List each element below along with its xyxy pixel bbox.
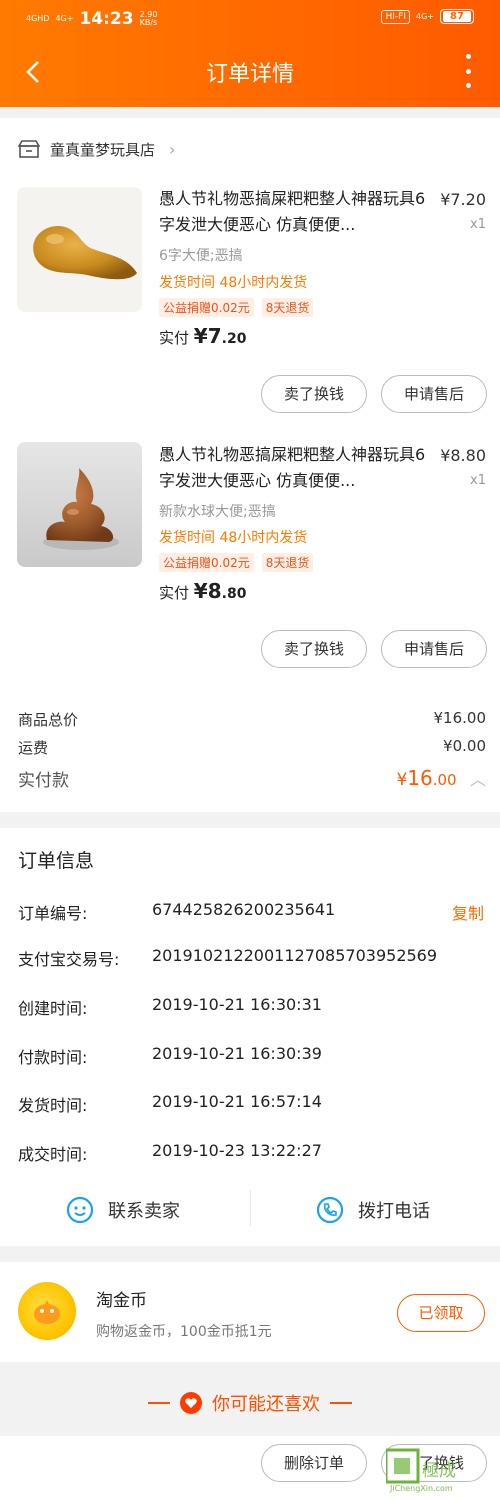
shipping-time: 发货时间 48小时内发货 [159, 530, 308, 546]
copy-button[interactable]: 复制 [452, 900, 484, 924]
paid-amount: 实付 ¥7.20 [159, 324, 247, 348]
battery-icon: 87 [440, 9, 474, 24]
coins-description: 购物返金币，100金币抵1元 [96, 1324, 272, 1340]
watermark-logo: 極成 JiChengXin.com [384, 1446, 496, 1494]
divider [250, 1190, 251, 1226]
product-price: ¥7.20 [440, 190, 486, 209]
info-label: 支付宝交易号: [18, 950, 120, 969]
network-indicator-1: 4GHD [26, 14, 50, 23]
product-title[interactable]: 愚人节礼物恶搞屎粑粑整人神器玩具6字发泄大便恶心 仿真便便... [159, 186, 429, 238]
product-image[interactable] [17, 187, 142, 312]
header: 4GHD 4G+ 14:23 2.90 KB/s HI-FI 4G+ 87 订单详… [0, 0, 500, 107]
poop-image [33, 226, 137, 280]
paid-amount: 实付 ¥8.80 [159, 579, 247, 603]
info-label: 订单编号: [18, 904, 88, 923]
poop-image [43, 468, 119, 550]
product-quantity: x1 [470, 217, 486, 232]
after-sales-button[interactable]: 申请售后 [381, 375, 487, 413]
info-value: 2019-10-23 13:22:27 [152, 1141, 322, 1160]
order-number-row: 订单编号: 674425826200235641 复制 [18, 900, 484, 924]
product-sku: 6字大便;恶搞 [159, 248, 243, 264]
heart-icon [180, 1392, 202, 1414]
delete-order-button[interactable]: 删除订单 [261, 1444, 367, 1482]
goods-total-label: 商品总价 [18, 711, 79, 729]
sell-item-button[interactable]: 卖了换钱 [261, 630, 367, 668]
info-value: 2019-10-21 16:30:39 [152, 1044, 322, 1063]
info-value: 2019-10-21 16:57:14 [152, 1092, 322, 1111]
sell-item-button[interactable]: 卖了换钱 [261, 375, 367, 413]
call-label: 拨打电话 [358, 1201, 430, 1222]
created-time-row: 创建时间: 2019-10-21 16:30:31 [18, 995, 484, 1019]
contact-seller-button[interactable]: 联系卖家 [66, 1186, 180, 1234]
alipay-trade-row: 支付宝交易号: 2019102122001127085703952569 [18, 946, 484, 970]
chevron-right-icon: › [169, 139, 176, 159]
contact-bar: 联系卖家 拨打电话 [0, 1186, 500, 1234]
order-info-card [0, 828, 500, 1246]
contact-seller-label: 联系卖家 [108, 1201, 180, 1222]
dot-icon [465, 68, 471, 74]
charity-tag: 公益捐赠0.02元 [159, 298, 254, 317]
product-title[interactable]: 愚人节礼物恶搞屎粑粑整人神器玩具6字发泄大便恶心 仿真便便... [159, 442, 429, 494]
network-indicator-2: 4G+ [55, 14, 74, 23]
shipped-time-row: 发货时间: 2019-10-21 16:57:14 [18, 1092, 484, 1116]
info-label: 创建时间: [18, 999, 88, 1018]
recommend-header: 你可能还喜欢 [0, 1378, 500, 1428]
net-speed: 2.90 KB/s [139, 10, 158, 27]
store-link[interactable]: 童真童梦玩具店 › [18, 136, 175, 162]
coins-claimed-button[interactable]: 已领取 [397, 1294, 485, 1332]
charity-tag: 公益捐赠0.02元 [159, 553, 254, 572]
clock: 14:23 [79, 9, 134, 29]
info-value: 2019-10-21 16:30:31 [152, 995, 322, 1014]
completed-time-row: 成交时间: 2019-10-23 13:22:27 [18, 1141, 484, 1165]
status-bar: 4GHD 4G+ 14:23 2.90 KB/s HI-FI 4G+ 87 [0, 0, 500, 38]
shipping-time: 发货时间 48小时内发货 [159, 275, 308, 291]
product-image[interactable] [17, 442, 142, 567]
product-price: ¥8.80 [440, 446, 486, 465]
divider-right [330, 1402, 352, 1404]
tag-list: 公益捐赠0.02元 8天退货 [159, 298, 314, 317]
info-label: 发货时间: [18, 1096, 88, 1115]
svg-text:極成: 極成 [422, 1461, 456, 1481]
paid-total-row[interactable]: 实付款 ¥16.00 ︿ [18, 766, 486, 791]
hifi-badge: HI-FI [381, 9, 410, 24]
return-tag: 8天退货 [261, 298, 314, 317]
dot-icon [465, 83, 471, 88]
goods-total-value: ¥16.00 [433, 709, 487, 727]
product-quantity: x1 [470, 473, 486, 488]
chevron-up-icon[interactable]: ︿ [470, 766, 486, 790]
after-sales-button[interactable]: 申请售后 [381, 630, 487, 668]
paid-total-value: ¥16.00 [396, 766, 457, 790]
info-value: 2019102122001127085703952569 [152, 946, 438, 965]
paid-time-row: 付款时间: 2019-10-21 16:30:39 [18, 1044, 484, 1068]
chat-face-icon [66, 1196, 94, 1224]
product-sku: 新款水球大便;恶搞 [159, 504, 276, 520]
info-value: 674425826200235641 [152, 900, 336, 919]
store-icon [18, 140, 40, 158]
gold-coin-icon [18, 1282, 76, 1340]
freight-label: 运费 [18, 739, 49, 757]
recommend-label: 你可能还喜欢 [212, 1394, 320, 1415]
tag-list: 公益捐赠0.02元 8天退货 [159, 553, 314, 572]
freight-row: 运费 ¥0.00 [18, 737, 486, 758]
store-name: 童真童梦玩具店 [50, 140, 156, 159]
order-info-title: 订单信息 [18, 850, 95, 872]
return-tag: 8天退货 [261, 553, 314, 572]
page-title: 订单详情 [205, 62, 294, 87]
dot-icon [465, 54, 471, 59]
info-label: 成交时间: [18, 1145, 88, 1164]
paid-total-label: 实付款 [18, 771, 69, 791]
phone-icon [316, 1196, 344, 1224]
signal-indicator: 4G+ [416, 11, 434, 21]
coins-title: 淘金币 [96, 1291, 147, 1311]
info-label: 付款时间: [18, 1048, 88, 1067]
divider-left [148, 1402, 170, 1404]
freight-value: ¥0.00 [443, 737, 486, 755]
svg-text:JiChengXin.com: JiChengXin.com [389, 1484, 453, 1493]
more-menu-button[interactable] [458, 54, 478, 88]
call-button[interactable]: 拨打电话 [316, 1186, 430, 1234]
goods-total-row: 商品总价 ¥16.00 [18, 709, 486, 730]
